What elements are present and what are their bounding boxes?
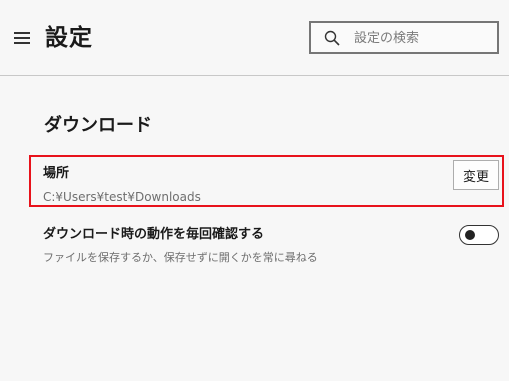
search-icon <box>324 30 340 46</box>
settings-header: 設定 <box>0 0 509 76</box>
location-label: 場所 <box>43 166 70 181</box>
page-title: 設定 <box>45 25 93 51</box>
change-location-button[interactable]: 変更 <box>453 160 499 190</box>
ask-where-to-save-label: ダウンロード時の動作を毎回確認する <box>43 227 265 242</box>
section-title-downloads: ダウンロード <box>44 115 152 136</box>
search-input[interactable] <box>354 27 492 49</box>
ask-where-to-save-toggle[interactable] <box>459 225 499 245</box>
toggle-knob <box>465 230 475 240</box>
settings-window: 設定 ダウンロード 場所 C:¥Users¥test¥Downloads 変更 … <box>0 0 509 381</box>
search-box[interactable] <box>309 21 499 54</box>
ask-where-to-save-description: ファイルを保存するか、保存せずに開くかを常に尋ねる <box>43 251 318 264</box>
download-path: C:¥Users¥test¥Downloads <box>43 190 201 204</box>
hamburger-menu-icon[interactable] <box>11 29 31 47</box>
